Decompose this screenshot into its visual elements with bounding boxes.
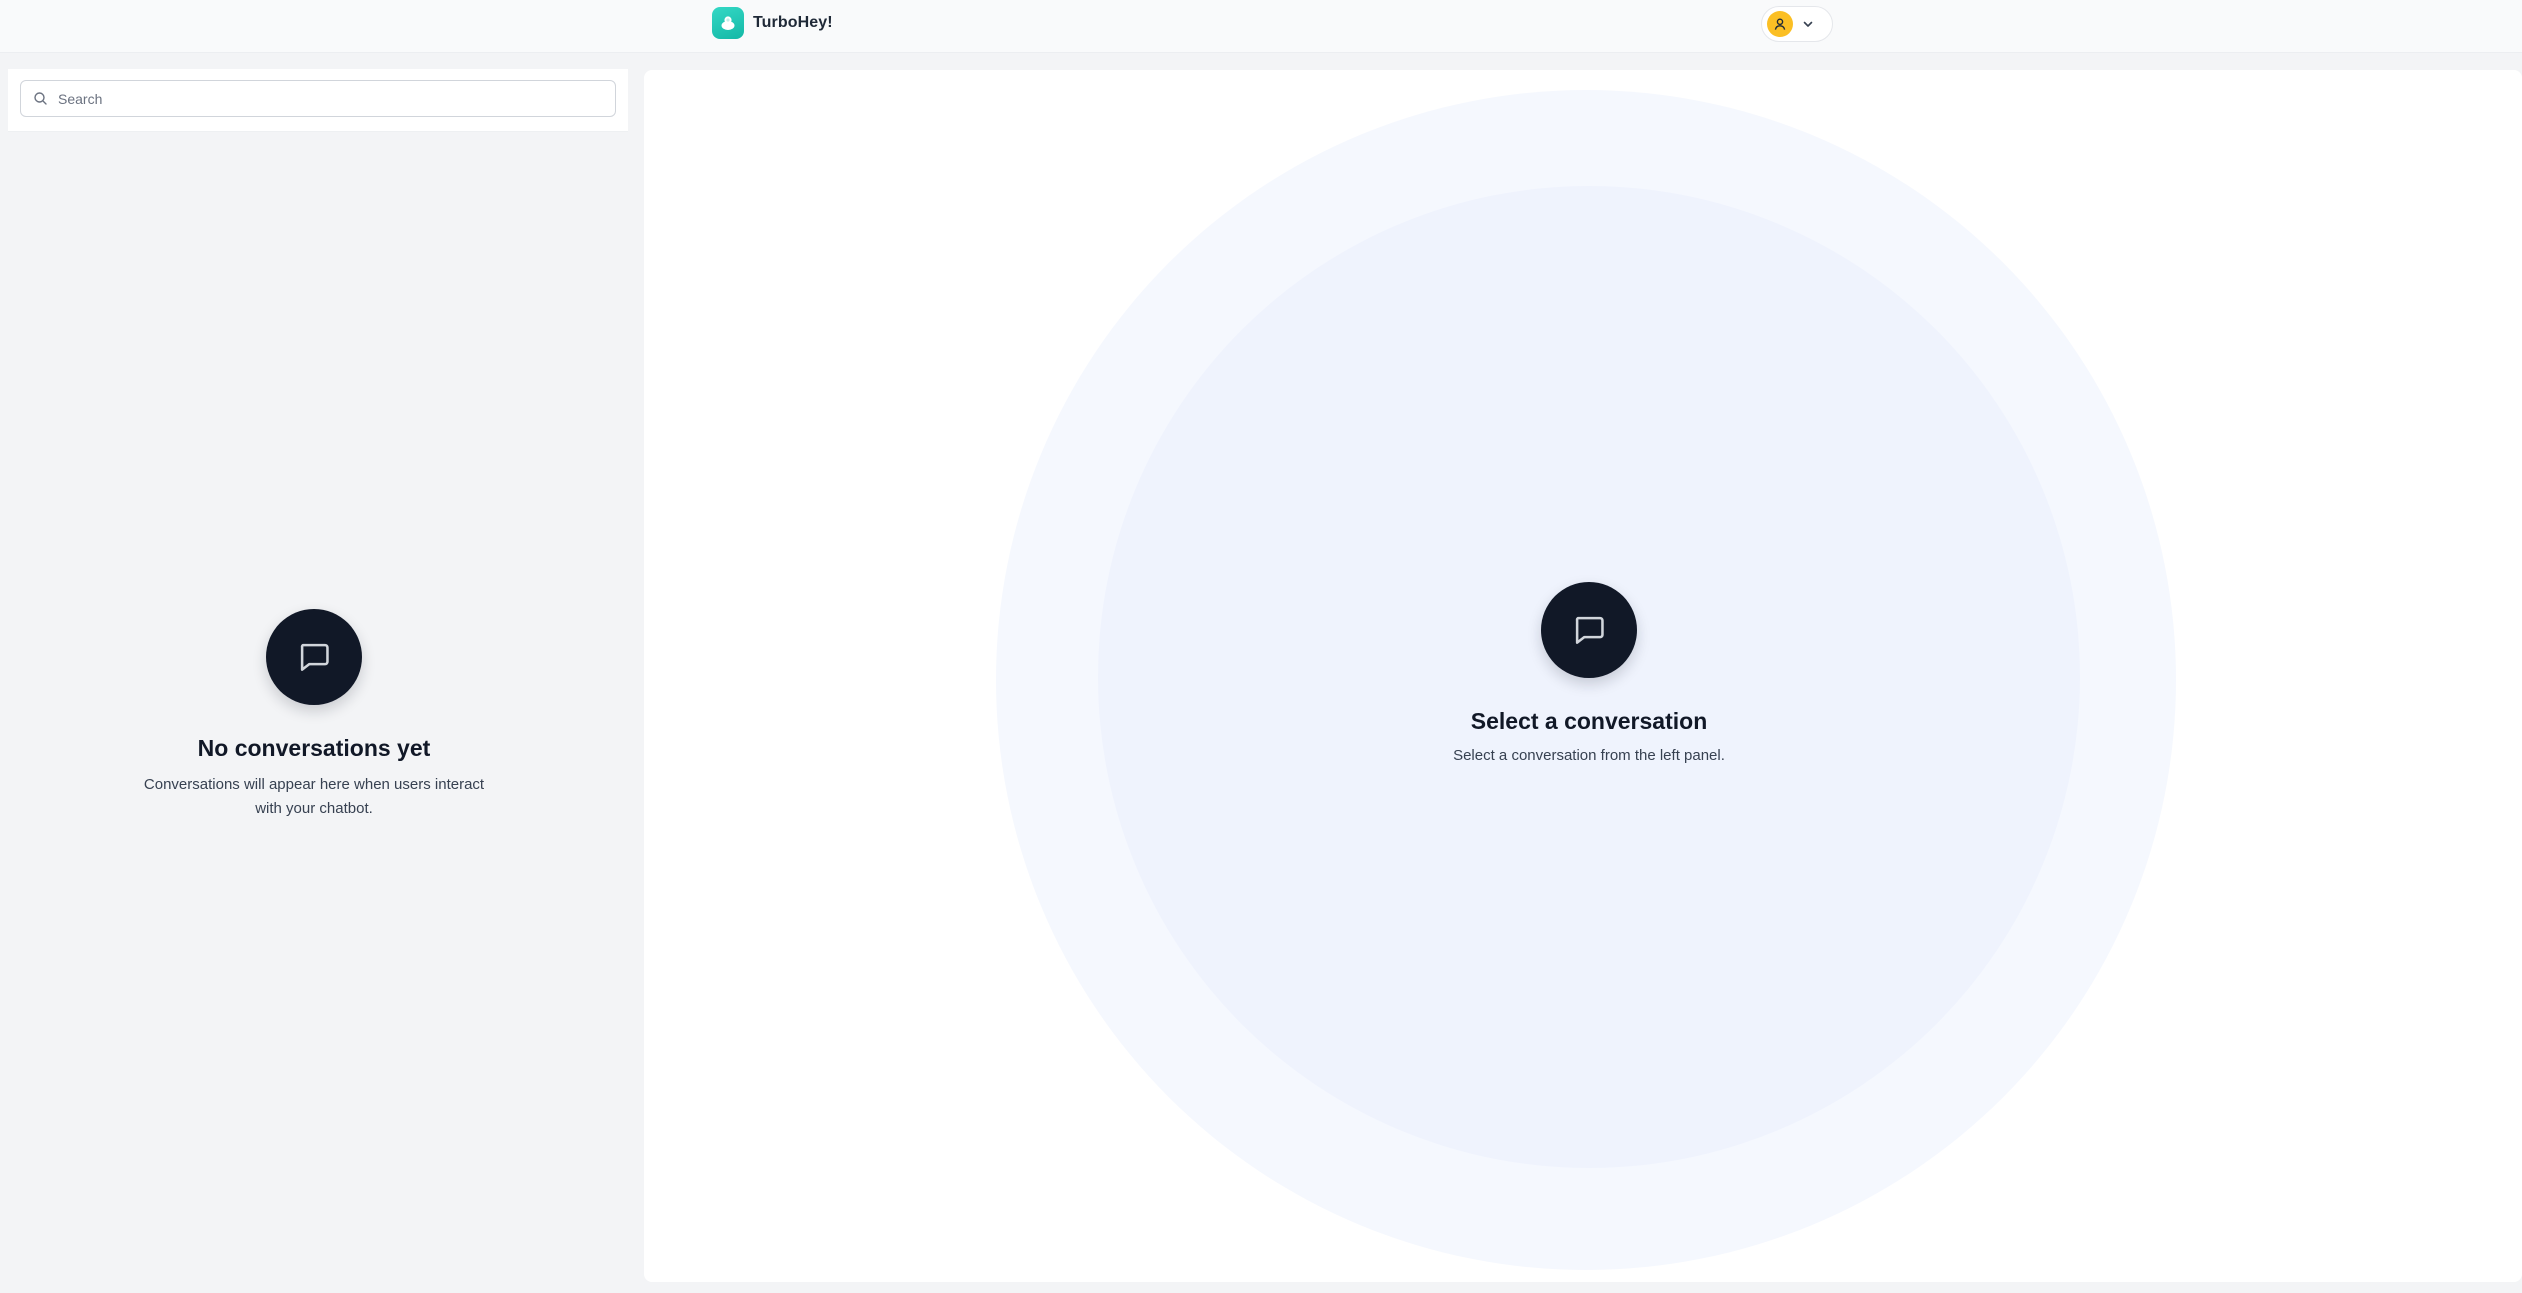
app-name: TurboHey! <box>753 14 833 31</box>
search-input[interactable] <box>56 89 596 108</box>
search-container <box>8 69 628 132</box>
user-icon <box>1767 11 1793 37</box>
search-box[interactable] <box>20 80 616 117</box>
empty-state-title: Select a conversation <box>1470 708 1708 734</box>
conversation-detail-panel: Select a conversation Select a conversat… <box>644 70 2522 1282</box>
select-conversation-empty-state: Select a conversation Select a conversat… <box>644 582 2522 768</box>
chat-bubble-icon <box>266 609 362 705</box>
user-menu-button[interactable] <box>1761 6 1833 42</box>
search-icon <box>33 91 48 106</box>
conversation-list-panel: No conversations yet Conversations will … <box>0 53 636 1293</box>
chat-bubble-icon <box>1541 582 1637 678</box>
empty-state-description: Conversations will appear here when user… <box>143 776 485 817</box>
empty-state-description: Select a conversation from the left pane… <box>1453 747 1725 764</box>
empty-state-title: No conversations yet <box>197 735 431 761</box>
chevron-down-icon <box>1801 17 1815 31</box>
chatbot-logo-icon <box>712 7 744 39</box>
no-conversations-empty-state: No conversations yet Conversations will … <box>0 609 628 821</box>
top-bar: TurboHey! <box>0 0 2522 53</box>
brand[interactable]: TurboHey! <box>712 7 833 39</box>
